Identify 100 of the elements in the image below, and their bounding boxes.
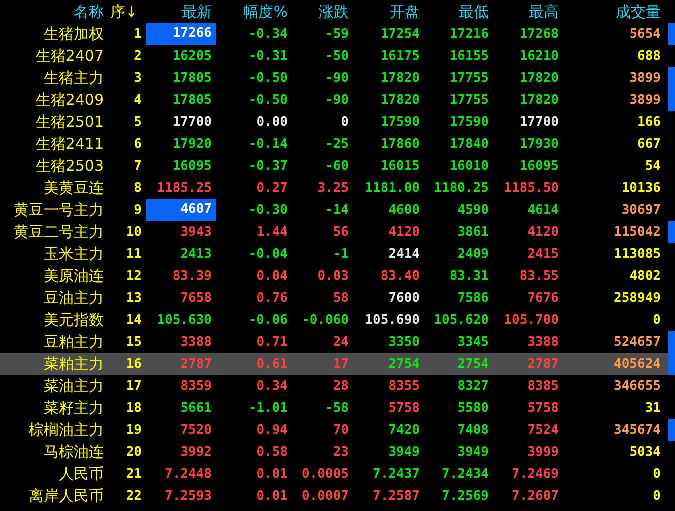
quote-row[interactable]: 美原油连 12 83.39 0.04 0.03 83.40 83.31 83.55 4802 — [0, 265, 675, 287]
price-cell: 17266 — [146, 23, 216, 45]
quote-row[interactable]: 黄豆二号主力 10 3943 1.44 56 4120 3861 4120 115042 — [0, 221, 675, 243]
instrument-name: 美元指数 — [43, 310, 105, 330]
price-cell-text: 83.55 — [518, 268, 560, 284]
price-cell-text: 3861 — [456, 224, 490, 240]
price-cell-text: 115042 — [613, 224, 662, 240]
row-number: 3 — [133, 70, 143, 86]
instrument-name: 豆油主力 — [43, 288, 105, 308]
price-cell-text: 31 — [644, 400, 662, 416]
quote-row[interactable]: 生猪2503 7 16095 -0.37 -60 16015 16010 16095 54 — [0, 155, 675, 177]
price-cell-text: 54 — [644, 158, 662, 174]
quote-row[interactable]: 马棕油连 20 3992 0.58 23 3949 3949 3999 5034 — [0, 441, 675, 463]
instrument-name: 美黄豆连 — [43, 178, 105, 198]
price-cell-text: 3345 — [456, 334, 490, 350]
quote-row[interactable]: 菜粕主力 16 2787 0.61 17 2754 2754 2787 405624 — [0, 353, 675, 375]
price-cell-text: 17805 — [172, 70, 213, 86]
price-cell-text: 56 — [332, 224, 350, 240]
column-header[interactable]: 序↓ — [108, 2, 144, 22]
price-cell-text: 17 — [332, 356, 350, 372]
price-cell-text: 16210 — [518, 48, 560, 64]
quote-row[interactable]: 棕榈油主力 19 7520 0.94 70 7420 7408 7524 345674 — [0, 419, 675, 441]
price-cell-text: -90 — [324, 92, 350, 108]
quote-row[interactable]: 玉米主力 11 2413 -0.04 -1 2414 2409 2415 113085 — [0, 243, 675, 265]
price-cell-text: 7676 — [526, 290, 560, 306]
price-cell-text: 105.630 — [156, 312, 213, 328]
price-cell-text: 8327 — [456, 378, 490, 394]
price-cell-text: 8359 — [180, 378, 213, 394]
quote-row[interactable]: 生猪加权 1 17266 -0.34 -59 17254 17216 17268 5654 — [0, 23, 675, 45]
price-cell-text: 17820 — [380, 92, 421, 108]
instrument-name: 菜粕主力 — [43, 354, 105, 374]
price-cell-text: 0.0007 — [301, 488, 350, 504]
column-header[interactable]: 最高 — [493, 2, 563, 22]
row-number: 18 — [125, 400, 143, 416]
price-cell-text: 7408 — [456, 422, 490, 438]
column-header[interactable]: 成交量 — [563, 2, 665, 22]
price-cell-text: 0.04 — [256, 268, 289, 284]
quote-row[interactable]: 人民币 21 7.2448 0.01 0.0005 7.2437 7.2434 7.2469 0 — [0, 463, 675, 485]
quote-row[interactable]: 豆油主力 13 7658 0.76 58 7600 7586 7676 258949 — [0, 287, 675, 309]
row-number: 12 — [125, 268, 143, 284]
quote-row[interactable]: 菜油主力 17 8359 0.34 28 8355 8327 8385 346655 — [0, 375, 675, 397]
price-cell-text: 4590 — [456, 202, 490, 218]
instrument-name: 黄豆二号主力 — [13, 222, 105, 242]
price-cell-text: 0 — [340, 114, 350, 130]
quote-row[interactable]: 黄豆一号主力 9 4607 -0.30 -14 4600 4590 4614 30697 — [0, 199, 675, 221]
price-cell-text: 2414 — [388, 246, 421, 262]
price-cell-text: 3.25 — [316, 180, 350, 196]
price-cell-text: -0.30 — [248, 202, 289, 218]
price-cell-text: 7524 — [526, 422, 560, 438]
price-cell-text: 3999 — [526, 444, 560, 460]
price-cell-text: 17920 — [172, 136, 213, 152]
instrument-name: 美原油连 — [43, 266, 105, 286]
price-cell-text: 405624 — [613, 356, 662, 372]
price-cell: 4607 — [146, 199, 216, 221]
price-cell-text: 17860 — [380, 136, 421, 152]
price-cell-text: 17820 — [518, 92, 560, 108]
price-cell-text: 3992 — [180, 444, 213, 460]
price-cell-text: 16010 — [448, 158, 490, 174]
column-header[interactable]: 名称 — [0, 2, 108, 22]
price-cell-text: 2787 — [526, 356, 560, 372]
price-cell-text: 166 — [636, 114, 662, 130]
price-cell-text: 7.2587 — [372, 488, 421, 504]
column-header[interactable]: 开盘 — [353, 2, 424, 22]
price-cell-text: 113085 — [613, 246, 662, 262]
quote-row[interactable]: 生猪2501 5 17700 0.00 0 17590 17590 17700 166 — [0, 111, 675, 133]
quote-row[interactable]: 豆粕主力 15 3388 0.71 24 3350 3345 3388 524657 — [0, 331, 675, 353]
price-cell-text: 688 — [636, 48, 662, 64]
column-header[interactable]: 最新 — [144, 2, 216, 22]
quote-row[interactable]: 美元指数 14 105.630 -0.06 -0.060 105.690 105.620 105.700 0 — [0, 309, 675, 331]
quote-row[interactable]: 菜籽主力 18 5661 -1.01 -58 5758 5580 5758 31 — [0, 397, 675, 419]
quote-row[interactable]: 美黄豆连 8 1185.25 0.27 3.25 1181.00 1180.25 1185.50 10136 — [0, 177, 675, 199]
row-number: 22 — [125, 488, 143, 504]
price-cell-text: 17700 — [518, 114, 560, 130]
price-cell-text: 17268 — [518, 26, 560, 42]
price-cell-text: 7.2593 — [164, 488, 213, 504]
price-cell-text: 7.2569 — [441, 488, 490, 504]
price-cell-text: 7420 — [388, 422, 421, 438]
row-number: 17 — [125, 378, 143, 394]
price-cell-text: -58 — [324, 400, 350, 416]
instrument-name: 生猪2411 — [34, 134, 105, 154]
instrument-name: 马棕油连 — [43, 442, 105, 462]
row-number: 2 — [133, 48, 143, 64]
row-number: 9 — [133, 202, 143, 218]
instrument-name: 人民币 — [58, 464, 105, 484]
quote-row[interactable]: 离岸人民币 22 7.2593 0.01 0.0007 7.2587 7.2569 7.2607 0 — [0, 485, 675, 507]
column-header[interactable]: 最低 — [424, 2, 493, 22]
row-number: 14 — [125, 312, 143, 328]
instrument-name: 黄豆一号主力 — [13, 200, 105, 220]
quote-row[interactable]: 生猪2407 2 16205 -0.31 -50 16175 16155 16210 688 — [0, 45, 675, 67]
quote-row[interactable]: 生猪2411 6 17920 -0.14 -25 17860 17840 17930 667 — [0, 133, 675, 155]
column-header[interactable]: 涨跌 — [292, 2, 353, 22]
instrument-name: 菜籽主力 — [43, 398, 105, 418]
price-cell-text: 17755 — [448, 92, 490, 108]
column-header[interactable]: 幅度% — [216, 2, 292, 22]
price-cell-text: 7600 — [388, 290, 421, 306]
row-number: 19 — [125, 422, 143, 438]
price-cell-text: 17590 — [380, 114, 421, 130]
quote-row[interactable]: 生猪主力 3 17805 -0.50 -90 17820 17755 17820 3899 — [0, 67, 675, 89]
price-cell-text: 17840 — [448, 136, 490, 152]
quote-row[interactable]: 生猪2409 4 17805 -0.50 -90 17820 17755 17820 3899 — [0, 89, 675, 111]
